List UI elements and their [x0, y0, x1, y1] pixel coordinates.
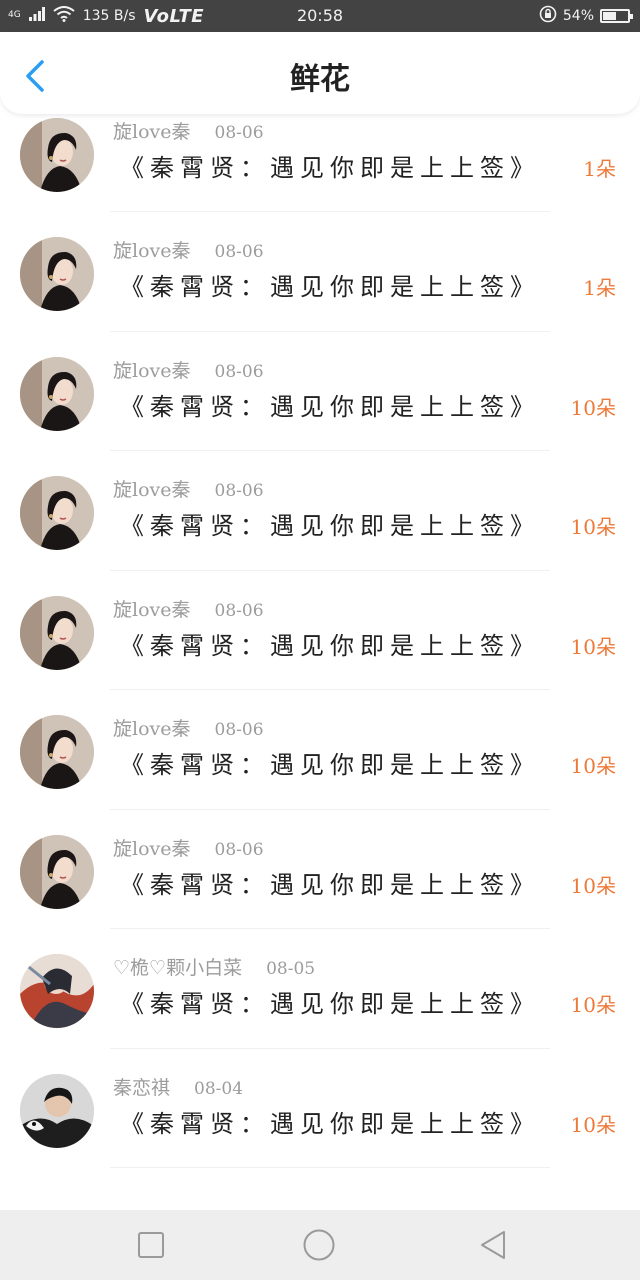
avatar[interactable] — [20, 237, 94, 311]
gift-date: 08-05 — [266, 959, 316, 979]
sender-name[interactable]: 秦恋祺 — [113, 1077, 170, 1099]
status-bar: 4G 135 B/s VoLTE 20:58 54% — [0, 0, 640, 32]
sender-name[interactable]: 旋love秦 — [113, 718, 191, 740]
signal-icon — [28, 7, 45, 25]
flower-gift-list[interactable]: 《秦霄贤：遇见你即是上上签》1朵旋love秦08-06《秦霄贤：遇见你即是上上签… — [0, 32, 640, 1210]
gift-work-title: 《秦霄贤：遇见你即是上上签》 — [120, 990, 540, 1018]
sender-line: 秦恋祺 08-04 — [113, 1073, 243, 1100]
battery-percent: 54% — [562, 8, 594, 24]
gift-work-title: 《秦霄贤：遇见你即是上上签》 — [120, 273, 540, 301]
sender-line: 旋love秦 08-06 — [113, 834, 264, 861]
gift-date: 08-06 — [214, 720, 264, 740]
avatar[interactable] — [20, 1073, 94, 1148]
volte-label: VoLTE — [143, 5, 205, 27]
sender-name[interactable]: 旋love秦 — [113, 479, 191, 501]
avatar[interactable] — [20, 117, 94, 192]
avatar[interactable] — [20, 476, 94, 550]
sender-name[interactable]: 旋love秦 — [113, 240, 191, 262]
list-item[interactable]: 旋love秦 08-06 《秦霄贤：遇见你即是上上签》 10朵 — [0, 810, 640, 930]
sender-name[interactable]: 旋love秦 — [113, 360, 191, 382]
navigation-bar — [0, 1210, 640, 1280]
sender-line: 旋love秦 08-06 — [113, 475, 264, 502]
list-item[interactable]: 旋love秦 08-06 《秦霄贤：遇见你即是上上签》 10朵 — [0, 571, 640, 691]
gift-date: 08-06 — [214, 839, 264, 860]
circle-icon — [303, 1229, 335, 1261]
list-item[interactable]: 旋love秦 08-06 《秦霄贤：遇见你即是上上签》 10朵 — [0, 451, 640, 571]
avatar[interactable] — [20, 356, 94, 431]
gift-date: 08-04 — [194, 1078, 244, 1099]
sender-line: 旋love秦 08-06 — [113, 236, 264, 263]
sender-name[interactable]: 旋love秦 — [113, 838, 191, 860]
flower-count: 10朵 — [570, 873, 616, 898]
network-type: 4G — [8, 9, 21, 20]
recents-button[interactable] — [134, 1228, 168, 1262]
page-title: 鲜花 — [290, 62, 350, 97]
rotation-lock-icon — [539, 5, 557, 27]
gift-work-title: 《秦霄贤：遇见你即是上上签》 — [120, 392, 540, 421]
list-item[interactable]: 旋love秦 08-06 《秦霄贤：遇见你即是上上签》 1朵 — [0, 212, 640, 332]
sender-name[interactable]: 旋love秦 — [113, 121, 191, 143]
flower-count: 10朵 — [570, 515, 616, 539]
flower-count: 10朵 — [570, 634, 616, 659]
list-item[interactable]: 旋love秦 08-06 《秦霄贤：遇见你即是上上签》 10朵 — [0, 332, 640, 452]
flower-count: 10朵 — [570, 1112, 616, 1137]
list-item[interactable]: 旋love秦 08-06 《秦霄贤：遇见你即是上上签》 10朵 — [0, 690, 640, 810]
avatar[interactable] — [20, 595, 94, 670]
list-item[interactable]: ♡桅♡颗小白菜 08-05 《秦霄贤：遇见你即是上上签》 10朵 — [0, 929, 640, 1049]
gift-date: 08-06 — [214, 361, 264, 382]
sender-line: 旋love秦 08-06 — [113, 595, 264, 622]
gift-work-title: 《秦霄贤：遇见你即是上上签》 — [120, 751, 540, 779]
nav-back-button[interactable] — [476, 1228, 510, 1262]
sender-line: 旋love秦 08-06 — [113, 356, 264, 383]
flower-count: 10朵 — [570, 993, 616, 1017]
avatar[interactable] — [20, 715, 94, 789]
flower-count: 1朵 — [583, 156, 616, 181]
home-button[interactable] — [302, 1228, 336, 1262]
sender-line: 旋love秦 08-06 — [113, 117, 264, 144]
flower-count: 10朵 — [570, 395, 616, 420]
sender-line: ♡桅♡颗小白菜 08-05 — [113, 953, 315, 980]
gift-date: 08-06 — [214, 481, 264, 501]
sender-name[interactable]: ♡桅♡颗小白菜 — [113, 957, 242, 979]
gift-date: 08-06 — [214, 122, 264, 143]
flower-count: 10朵 — [570, 754, 616, 778]
gift-work-title: 《秦霄贤：遇见你即是上上签》 — [120, 512, 540, 540]
gift-work-title: 《秦霄贤：遇见你即是上上签》 — [120, 1109, 540, 1138]
gift-work-title: 《秦霄贤：遇见你即是上上签》 — [120, 153, 540, 182]
data-rate: 135 B/s — [82, 8, 136, 24]
wifi-icon — [53, 6, 75, 26]
flower-count: 1朵 — [583, 276, 616, 300]
square-icon — [138, 1232, 164, 1258]
avatar[interactable] — [20, 834, 94, 909]
sender-line: 旋love秦 08-06 — [113, 714, 264, 741]
header: 鲜花 — [0, 32, 640, 114]
triangle-back-icon — [481, 1231, 505, 1259]
battery-icon — [600, 9, 633, 23]
gift-date: 08-06 — [214, 600, 264, 621]
gift-date: 08-06 — [214, 242, 264, 262]
list-item[interactable]: 秦恋祺 08-04 《秦霄贤：遇见你即是上上签》 10朵 — [0, 1049, 640, 1169]
sender-name[interactable]: 旋love秦 — [113, 599, 191, 621]
avatar[interactable] — [20, 954, 94, 1028]
gift-work-title: 《秦霄贤：遇见你即是上上签》 — [120, 870, 540, 899]
gift-work-title: 《秦霄贤：遇见你即是上上签》 — [120, 631, 540, 660]
